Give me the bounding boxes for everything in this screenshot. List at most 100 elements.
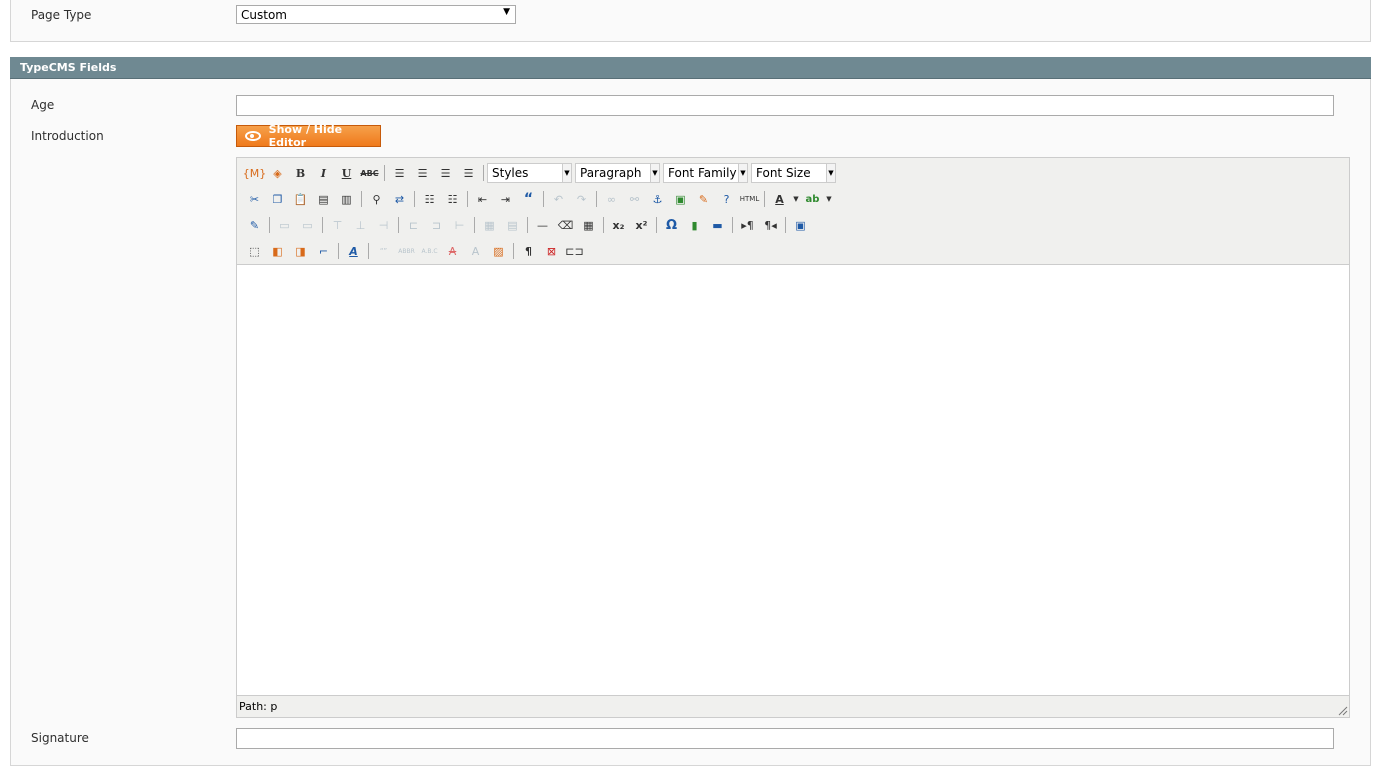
introduction-label: Introduction <box>31 129 104 143</box>
move-forward-icon[interactable]: ◧ <box>266 241 289 261</box>
eye-icon <box>245 131 261 141</box>
paragraph-dropdown-label: Paragraph <box>580 166 642 180</box>
insert-variable-icon[interactable]: {M} <box>243 163 267 183</box>
insert-widget-icon[interactable]: ◈ <box>266 163 289 183</box>
align-justify-icon[interactable]: ☰ <box>457 163 480 183</box>
row-before-icon[interactable]: ⊤ <box>326 215 349 235</box>
align-left-icon[interactable]: ☰ <box>388 163 411 183</box>
non-breaking-icon[interactable]: ⊠ <box>540 241 563 261</box>
chevron-down-icon[interactable]: ▼ <box>824 189 834 209</box>
signature-input[interactable] <box>236 728 1334 749</box>
undo-icon[interactable]: ↶ <box>547 189 570 209</box>
underline-icon[interactable]: U <box>335 163 358 183</box>
move-backward-icon[interactable]: ◨ <box>289 241 312 261</box>
absolute-position-icon[interactable]: ⌐ <box>312 241 335 261</box>
unlink-icon[interactable]: ⚯ <box>623 189 646 209</box>
ltr-icon[interactable]: ▸¶ <box>736 215 759 235</box>
eraser-icon[interactable]: ⌫ <box>554 215 577 235</box>
cleanup-icon[interactable]: ✎ <box>692 189 715 209</box>
italic-icon[interactable]: I <box>312 163 335 183</box>
align-right-icon[interactable]: ☰ <box>434 163 457 183</box>
paste-text-icon[interactable]: ▤ <box>312 189 335 209</box>
font-size-dropdown-label: Font Size <box>756 166 811 180</box>
paste-word-icon[interactable]: ▥ <box>335 189 358 209</box>
chevron-down-icon[interactable]: ▼ <box>791 189 801 209</box>
subscript-icon[interactable]: x₂ <box>607 215 630 235</box>
col-before-icon[interactable]: ⊏ <box>402 215 425 235</box>
table-icon[interactable]: ▦ <box>577 215 600 235</box>
blockquote-icon[interactable]: “ <box>517 189 540 209</box>
insert-text-icon[interactable]: A <box>464 241 487 261</box>
table-cell-props-icon[interactable]: ▭ <box>296 215 319 235</box>
indent-icon[interactable]: ⇥ <box>494 189 517 209</box>
delete-col-icon[interactable]: ⊢ <box>448 215 471 235</box>
toolbar-row-2: ✂ ❐ 📋 ▤ ▥ ⚲ ⇄ ☷ ☷ ⇤ ⇥ “ ↶ ↷ ∞ ⚯ ⚓ ▣ ✎ ? … <box>243 188 834 210</box>
acronym-icon[interactable]: A.B.C <box>418 241 441 261</box>
split-cells-icon[interactable]: ▦ <box>478 215 501 235</box>
find-icon[interactable]: ⚲ <box>365 189 388 209</box>
style-props-icon[interactable]: A <box>342 241 365 261</box>
link-icon[interactable]: ∞ <box>600 189 623 209</box>
page-break-icon[interactable]: ⊏⊐ <box>563 241 586 261</box>
superscript-icon[interactable]: x² <box>630 215 653 235</box>
chevron-down-icon: ▼ <box>650 164 659 182</box>
paragraph-dropdown[interactable]: Paragraph ▼ <box>575 163 660 183</box>
show-hide-editor-label: Show / Hide Editor <box>268 123 343 149</box>
replace-icon[interactable]: ⇄ <box>388 189 411 209</box>
page-type-value: Custom <box>241 8 287 22</box>
insert-layer-icon[interactable]: ⬚ <box>243 241 266 261</box>
row-after-icon[interactable]: ⊥ <box>349 215 372 235</box>
page-type-fieldset: Page Type Custom ▼ <box>10 0 1371 42</box>
media-icon[interactable]: ▮ <box>683 215 706 235</box>
delete-text-icon[interactable]: A <box>441 241 464 261</box>
cut-icon[interactable]: ✂ <box>243 189 266 209</box>
text-color-icon[interactable]: A <box>768 189 791 209</box>
toolbar-row-4: ⬚ ◧ ◨ ⌐ A “” ABBR A.B.C A A ▨ ¶ ⊠ ⊏⊐ <box>243 240 586 262</box>
edit-source-icon[interactable]: ✎ <box>243 215 266 235</box>
table-row-props-icon[interactable]: ▭ <box>273 215 296 235</box>
chevron-down-icon: ▼ <box>738 164 747 182</box>
special-char-icon[interactable]: Ω <box>660 215 683 235</box>
numbered-list-icon[interactable]: ☷ <box>441 189 464 209</box>
paste-icon[interactable]: 📋 <box>289 189 312 209</box>
highlight-color-icon[interactable]: ab <box>801 189 824 209</box>
redo-icon[interactable]: ↷ <box>570 189 593 209</box>
anchor-icon[interactable]: ⚓ <box>646 189 669 209</box>
toolbar-row-3: ✎ ▭ ▭ ⊤ ⊥ ⊣ ⊏ ⊐ ⊢ ▦ ▤ — ⌫ ▦ x₂ x² Ω ▮ ▬ … <box>243 214 812 236</box>
rtl-icon[interactable]: ¶◂ <box>759 215 782 235</box>
show-hide-editor-button[interactable]: Show / Hide Editor <box>236 123 381 149</box>
html-icon[interactable]: HTML <box>738 189 761 209</box>
abbr-icon[interactable]: ABBR <box>395 241 418 261</box>
fullscreen-icon[interactable]: ▣ <box>789 215 812 235</box>
resize-handle-icon[interactable] <box>1338 706 1348 716</box>
page-type-select[interactable]: Custom ▼ <box>236 5 516 24</box>
editor-path[interactable]: Path: p <box>239 700 277 713</box>
age-input[interactable] <box>236 95 1334 116</box>
copy-icon[interactable]: ❐ <box>266 189 289 209</box>
dropdown-arrow-icon: ▼ <box>503 7 510 17</box>
cite-icon[interactable]: “” <box>372 241 395 261</box>
section-header: TypeCMS Fields <box>10 57 1371 79</box>
chevron-down-icon: ▼ <box>826 164 835 182</box>
image-icon[interactable]: ▣ <box>669 189 692 209</box>
font-size-dropdown[interactable]: Font Size ▼ <box>751 163 836 183</box>
merge-cells-icon[interactable]: ▤ <box>501 215 524 235</box>
align-center-icon[interactable]: ☰ <box>411 163 434 183</box>
visual-chars-icon[interactable]: ¶ <box>517 241 540 261</box>
horizontal-rule-icon[interactable]: — <box>531 215 554 235</box>
editor-statusbar: Path: p <box>237 696 1349 717</box>
attributes-icon[interactable]: ▨ <box>487 241 510 261</box>
page-type-label: Page Type <box>31 8 92 22</box>
bullet-list-icon[interactable]: ☷ <box>418 189 441 209</box>
outdent-icon[interactable]: ⇤ <box>471 189 494 209</box>
bold-icon[interactable]: B <box>289 163 312 183</box>
delete-row-icon[interactable]: ⊣ <box>372 215 395 235</box>
strikethrough-icon[interactable]: ABC <box>358 163 381 183</box>
help-icon[interactable]: ? <box>715 189 738 209</box>
editor-content-area[interactable] <box>237 264 1349 696</box>
advanced-hr-icon[interactable]: ▬ <box>706 215 729 235</box>
col-after-icon[interactable]: ⊐ <box>425 215 448 235</box>
font-family-dropdown[interactable]: Font Family ▼ <box>663 163 748 183</box>
styles-dropdown-label: Styles <box>492 166 529 180</box>
styles-dropdown[interactable]: Styles ▼ <box>487 163 572 183</box>
